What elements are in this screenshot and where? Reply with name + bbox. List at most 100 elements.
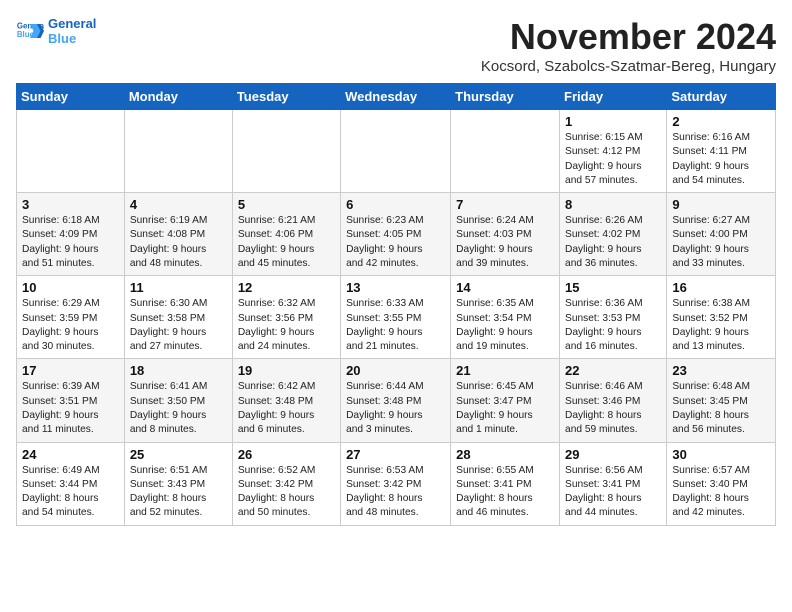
logo-blue: Blue <box>48 31 96 46</box>
day-number: 8 <box>565 197 661 212</box>
day-info: Sunrise: 6:45 AM Sunset: 3:47 PM Dayligh… <box>456 380 554 437</box>
day-info: Sunrise: 6:19 AM Sunset: 4:08 PM Dayligh… <box>130 214 227 271</box>
calendar-cell: 12 Sunrise: 6:32 AM Sunset: 3:56 PM Dayli… <box>232 276 340 359</box>
day-number: 4 <box>130 197 227 212</box>
weekday-header-friday: Friday <box>560 84 667 110</box>
calendar-week-2: 3 Sunrise: 6:18 AM Sunset: 4:09 PM Daylig… <box>17 193 776 276</box>
subtitle: Kocsord, Szabolcs-Szatmar-Bereg, Hungary <box>481 58 776 75</box>
calendar-cell: 8Sunrise: 6:26 AM Sunset: 4:02 PM Daylig… <box>560 193 667 276</box>
day-info: Sunrise: 6:32 AM Sunset: 3:56 PM Dayligh… <box>238 297 335 354</box>
day-info: Sunrise: 6:15 AM Sunset: 4:12 PM Dayligh… <box>565 131 661 188</box>
calendar-header-row: SundayMondayTuesdayWednesdayThursdayFrid… <box>17 84 776 110</box>
day-number: 16 <box>672 280 770 295</box>
calendar-cell: 18 Sunrise: 6:41 AM Sunset: 3:50 PM Dayli… <box>124 359 232 442</box>
day-info: Sunrise: 6:55 AM Sunset: 3:41 PM Dayligh… <box>456 464 554 521</box>
day-info: Sunrise: 6:53 AM Sunset: 3:42 PM Dayligh… <box>346 464 445 521</box>
calendar-cell: 29 Sunrise: 6:56 AM Sunset: 3:41 PM Dayli… <box>560 442 667 525</box>
day-number: 7 <box>456 197 554 212</box>
calendar-cell: 20 Sunrise: 6:44 AM Sunset: 3:48 PM Dayli… <box>341 359 451 442</box>
day-number: 18 <box>130 363 227 378</box>
day-number: 3 <box>22 197 119 212</box>
calendar-cell: 24 Sunrise: 6:49 AM Sunset: 3:44 PM Dayli… <box>17 442 125 525</box>
calendar-cell <box>124 110 232 193</box>
day-info: Sunrise: 6:18 AM Sunset: 4:09 PM Dayligh… <box>22 214 119 271</box>
day-number: 21 <box>456 363 554 378</box>
day-number: 20 <box>346 363 445 378</box>
weekday-header-wednesday: Wednesday <box>341 84 451 110</box>
day-number: 29 <box>565 447 661 462</box>
calendar-cell: 30Sunrise: 6:57 AM Sunset: 3:40 PM Dayli… <box>667 442 776 525</box>
day-number: 25 <box>130 447 227 462</box>
day-info: Sunrise: 6:49 AM Sunset: 3:44 PM Dayligh… <box>22 464 119 521</box>
day-info: Sunrise: 6:39 AM Sunset: 3:51 PM Dayligh… <box>22 380 119 437</box>
calendar-week-3: 10Sunrise: 6:29 AM Sunset: 3:59 PM Dayli… <box>17 276 776 359</box>
calendar-week-1: 1 Sunrise: 6:15 AM Sunset: 4:12 PM Daylig… <box>17 110 776 193</box>
day-number: 1 <box>565 114 661 129</box>
calendar-cell: 6 Sunrise: 6:23 AM Sunset: 4:05 PM Daylig… <box>341 193 451 276</box>
calendar-cell: 25Sunrise: 6:51 AM Sunset: 3:43 PM Dayli… <box>124 442 232 525</box>
day-info: Sunrise: 6:42 AM Sunset: 3:48 PM Dayligh… <box>238 380 335 437</box>
day-number: 13 <box>346 280 445 295</box>
day-number: 6 <box>346 197 445 212</box>
calendar-cell: 27 Sunrise: 6:53 AM Sunset: 3:42 PM Dayli… <box>341 442 451 525</box>
day-info: Sunrise: 6:56 AM Sunset: 3:41 PM Dayligh… <box>565 464 661 521</box>
calendar-cell: 28 Sunrise: 6:55 AM Sunset: 3:41 PM Dayli… <box>451 442 560 525</box>
day-number: 27 <box>346 447 445 462</box>
day-number: 10 <box>22 280 119 295</box>
calendar-cell: 2Sunrise: 6:16 AM Sunset: 4:11 PM Daylig… <box>667 110 776 193</box>
day-info: Sunrise: 6:38 AM Sunset: 3:52 PM Dayligh… <box>672 297 770 354</box>
logo-icon: General Blue <box>16 17 44 45</box>
day-number: 19 <box>238 363 335 378</box>
day-number: 12 <box>238 280 335 295</box>
calendar-week-4: 17Sunrise: 6:39 AM Sunset: 3:51 PM Dayli… <box>17 359 776 442</box>
calendar-cell: 9 Sunrise: 6:27 AM Sunset: 4:00 PM Daylig… <box>667 193 776 276</box>
calendar-cell <box>17 110 125 193</box>
calendar-cell: 19 Sunrise: 6:42 AM Sunset: 3:48 PM Dayli… <box>232 359 340 442</box>
calendar-cell: 5 Sunrise: 6:21 AM Sunset: 4:06 PM Daylig… <box>232 193 340 276</box>
day-info: Sunrise: 6:21 AM Sunset: 4:06 PM Dayligh… <box>238 214 335 271</box>
calendar: SundayMondayTuesdayWednesdayThursdayFrid… <box>16 83 776 526</box>
calendar-cell: 17Sunrise: 6:39 AM Sunset: 3:51 PM Dayli… <box>17 359 125 442</box>
day-info: Sunrise: 6:36 AM Sunset: 3:53 PM Dayligh… <box>565 297 661 354</box>
day-number: 26 <box>238 447 335 462</box>
day-info: Sunrise: 6:57 AM Sunset: 3:40 PM Dayligh… <box>672 464 770 521</box>
weekday-header-sunday: Sunday <box>17 84 125 110</box>
calendar-cell: 16 Sunrise: 6:38 AM Sunset: 3:52 PM Dayli… <box>667 276 776 359</box>
calendar-cell: 10Sunrise: 6:29 AM Sunset: 3:59 PM Dayli… <box>17 276 125 359</box>
day-info: Sunrise: 6:27 AM Sunset: 4:00 PM Dayligh… <box>672 214 770 271</box>
calendar-cell: 26 Sunrise: 6:52 AM Sunset: 3:42 PM Dayli… <box>232 442 340 525</box>
day-number: 24 <box>22 447 119 462</box>
calendar-cell: 13 Sunrise: 6:33 AM Sunset: 3:55 PM Dayli… <box>341 276 451 359</box>
day-info: Sunrise: 6:52 AM Sunset: 3:42 PM Dayligh… <box>238 464 335 521</box>
weekday-header-tuesday: Tuesday <box>232 84 340 110</box>
calendar-cell <box>451 110 560 193</box>
day-number: 15 <box>565 280 661 295</box>
calendar-week-5: 24 Sunrise: 6:49 AM Sunset: 3:44 PM Dayli… <box>17 442 776 525</box>
day-number: 5 <box>238 197 335 212</box>
day-info: Sunrise: 6:23 AM Sunset: 4:05 PM Dayligh… <box>346 214 445 271</box>
day-info: Sunrise: 6:48 AM Sunset: 3:45 PM Dayligh… <box>672 380 770 437</box>
calendar-cell: 3 Sunrise: 6:18 AM Sunset: 4:09 PM Daylig… <box>17 193 125 276</box>
calendar-cell: 22Sunrise: 6:46 AM Sunset: 3:46 PM Dayli… <box>560 359 667 442</box>
day-number: 28 <box>456 447 554 462</box>
calendar-cell: 1 Sunrise: 6:15 AM Sunset: 4:12 PM Daylig… <box>560 110 667 193</box>
day-number: 23 <box>672 363 770 378</box>
weekday-header-saturday: Saturday <box>667 84 776 110</box>
day-info: Sunrise: 6:46 AM Sunset: 3:46 PM Dayligh… <box>565 380 661 437</box>
calendar-cell: 11Sunrise: 6:30 AM Sunset: 3:58 PM Dayli… <box>124 276 232 359</box>
day-info: Sunrise: 6:16 AM Sunset: 4:11 PM Dayligh… <box>672 131 770 188</box>
month-title: November 2024 <box>481 16 776 58</box>
logo: General Blue General Blue <box>16 16 96 46</box>
calendar-cell: 7 Sunrise: 6:24 AM Sunset: 4:03 PM Daylig… <box>451 193 560 276</box>
day-number: 14 <box>456 280 554 295</box>
day-info: Sunrise: 6:41 AM Sunset: 3:50 PM Dayligh… <box>130 380 227 437</box>
day-info: Sunrise: 6:44 AM Sunset: 3:48 PM Dayligh… <box>346 380 445 437</box>
day-info: Sunrise: 6:30 AM Sunset: 3:58 PM Dayligh… <box>130 297 227 354</box>
day-info: Sunrise: 6:24 AM Sunset: 4:03 PM Dayligh… <box>456 214 554 271</box>
day-number: 9 <box>672 197 770 212</box>
calendar-cell <box>232 110 340 193</box>
day-info: Sunrise: 6:33 AM Sunset: 3:55 PM Dayligh… <box>346 297 445 354</box>
calendar-cell: 21 Sunrise: 6:45 AM Sunset: 3:47 PM Dayli… <box>451 359 560 442</box>
title-block: November 2024 Kocsord, Szabolcs-Szatmar-… <box>481 16 776 75</box>
logo-general: General <box>48 16 96 31</box>
